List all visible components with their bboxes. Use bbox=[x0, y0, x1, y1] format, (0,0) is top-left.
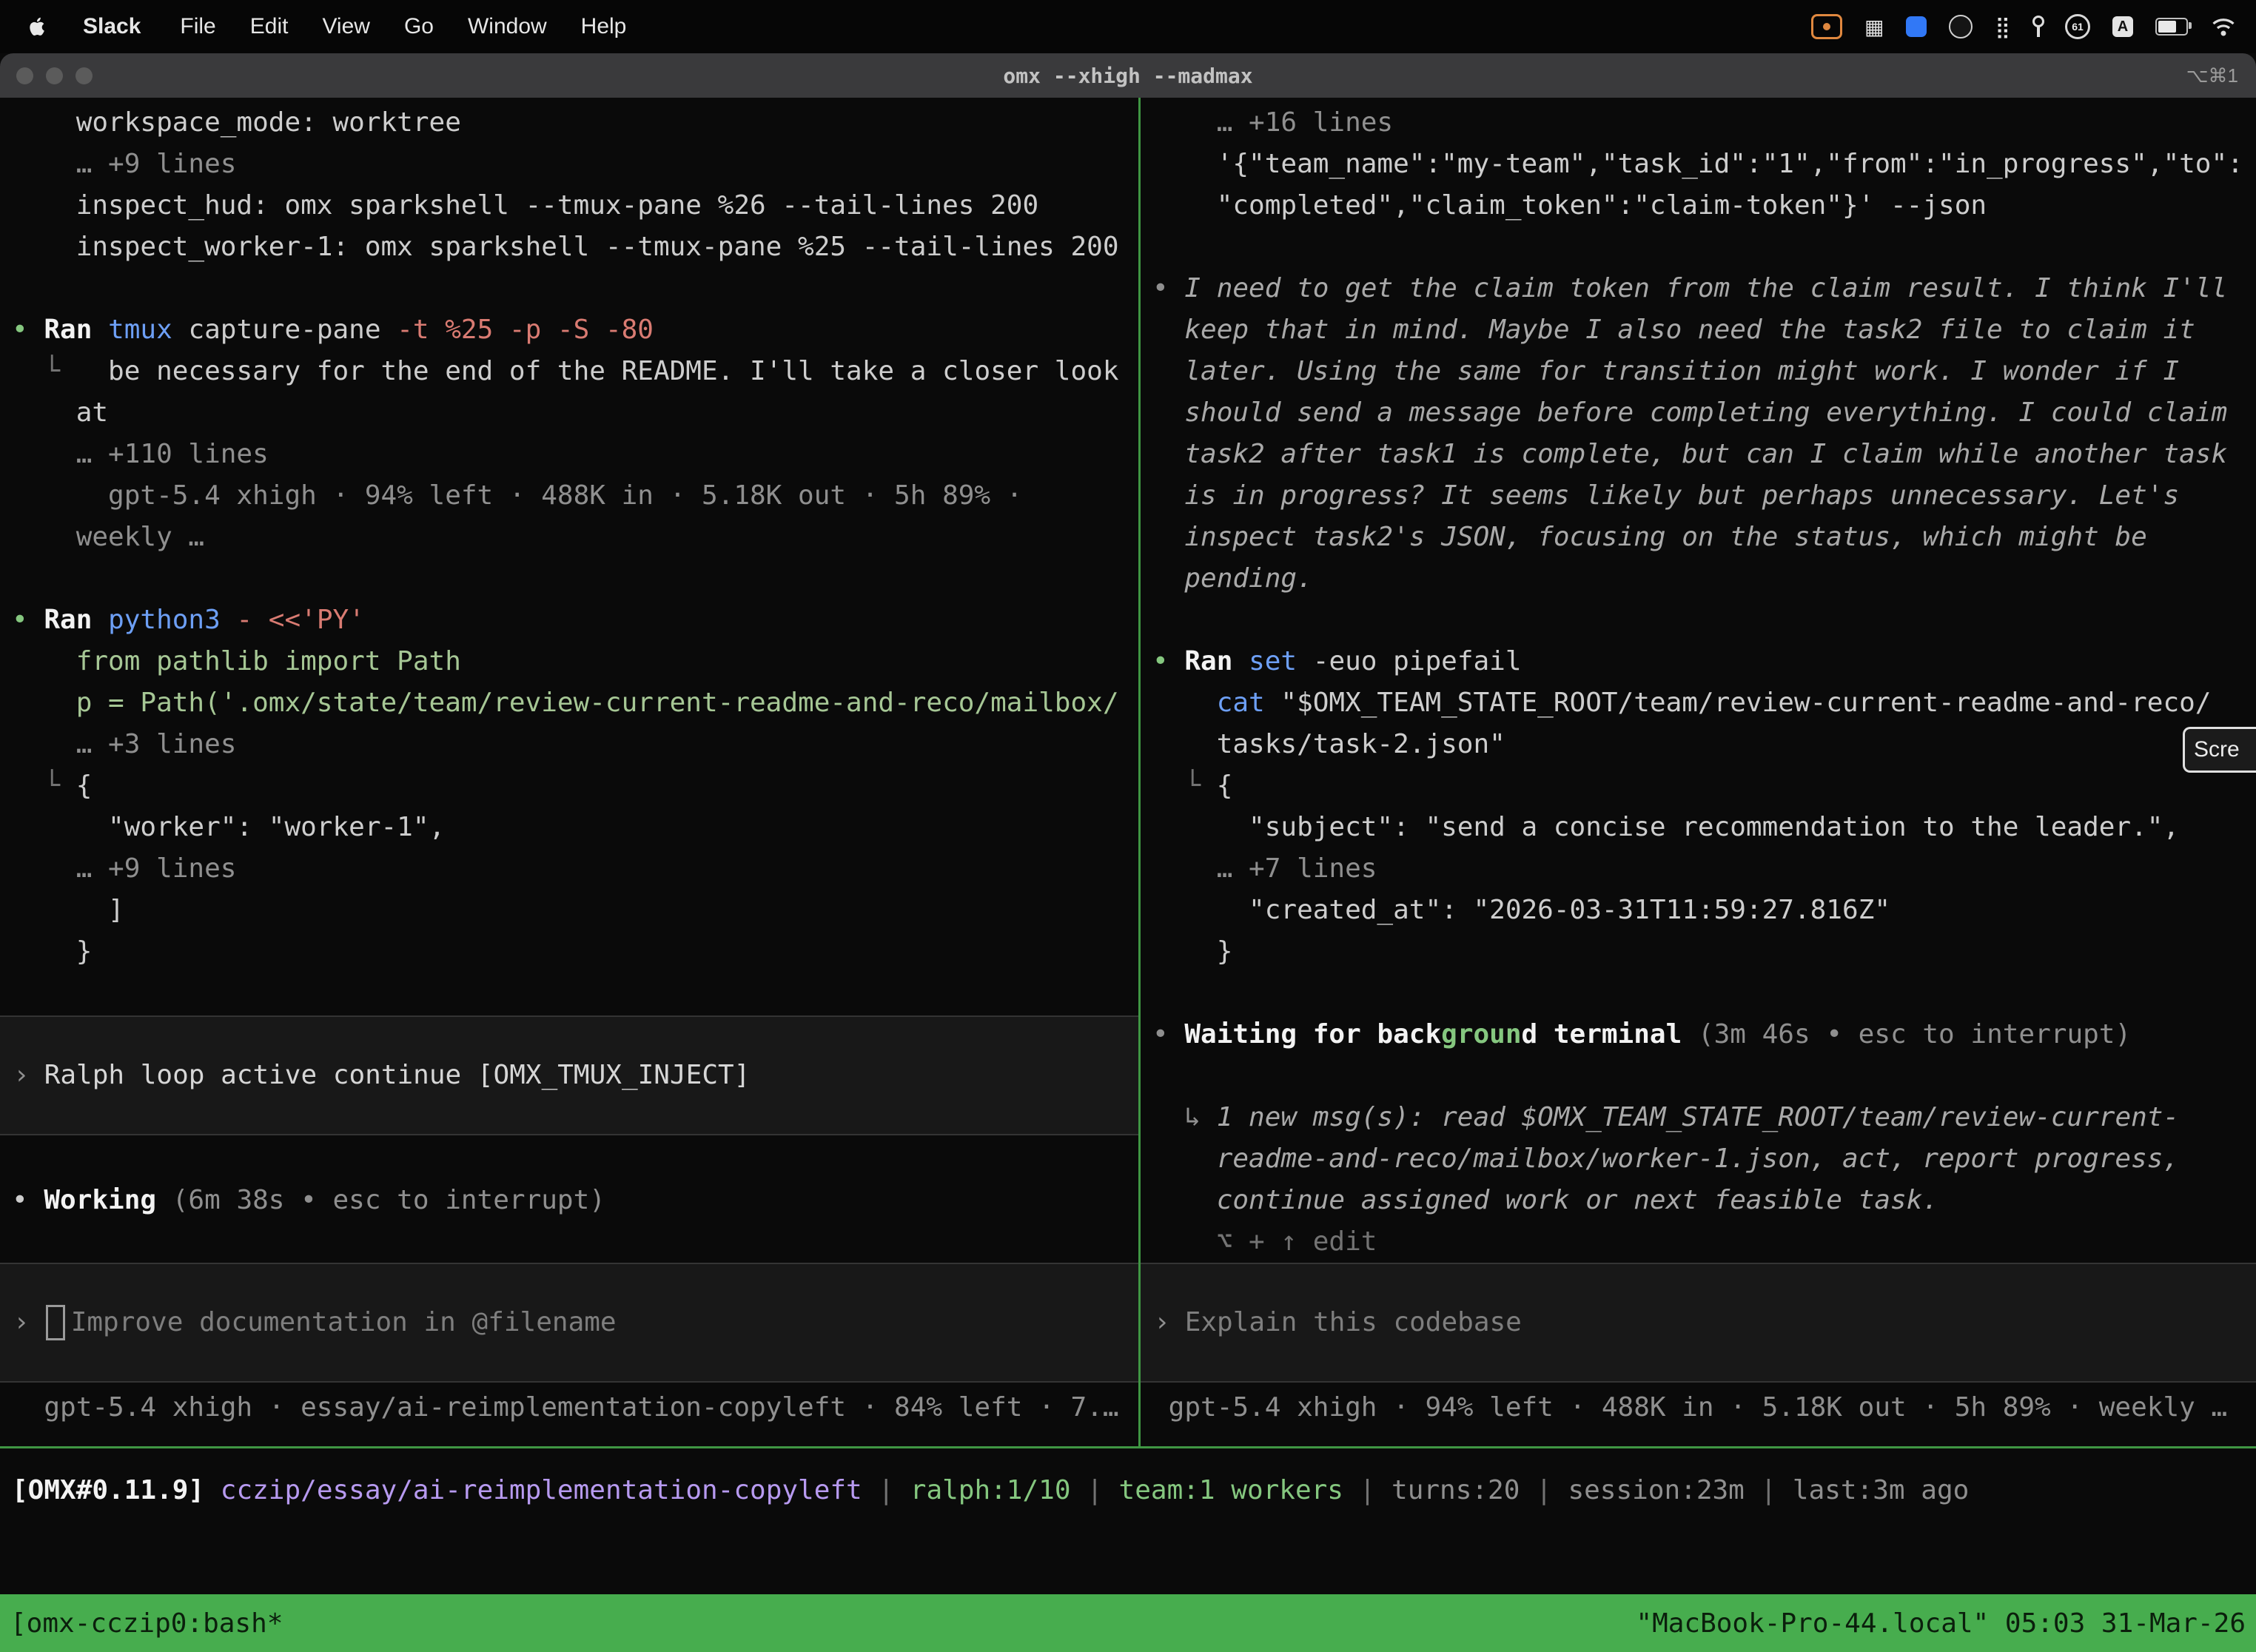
terminal-line: workspace_mode: worktree bbox=[12, 102, 1138, 144]
terminal-line: gpt-5.4 xhigh · 94% left · 488K in · 5.1… bbox=[12, 475, 1138, 517]
terminal-line: readme-and-reco/mailbox/worker-1.json, a… bbox=[1152, 1138, 2256, 1180]
window-title: omx --xhigh --madmax bbox=[0, 64, 2256, 88]
menu-bar-left: Slack File Edit View Go Window Help bbox=[0, 14, 643, 39]
terminal-line: … +7 lines bbox=[1152, 848, 2256, 890]
tmux-session-window-label[interactable]: [omx-cczip0:bash* bbox=[10, 1608, 283, 1639]
terminal-line: inspect_worker-1: omx sparkshell --tmux-… bbox=[12, 226, 1138, 268]
terminal-line: … +110 lines bbox=[12, 434, 1138, 475]
terminal-line bbox=[1152, 1055, 2256, 1097]
terminal-line bbox=[1152, 600, 2256, 641]
terminal-line: } bbox=[12, 931, 1138, 973]
app-circle-icon[interactable] bbox=[1949, 15, 1973, 38]
menu-edit[interactable]: Edit bbox=[233, 14, 306, 39]
terminal-line: └ { bbox=[12, 765, 1138, 807]
terminal-line: from pathlib import Path bbox=[12, 641, 1138, 682]
terminal-line: task2 after task1 is complete, but can I… bbox=[1152, 434, 2256, 475]
terminal-line: └ { bbox=[1152, 765, 2256, 807]
pane-right-output: … +16 lines '{"team_name":"my-team","tas… bbox=[1141, 98, 2256, 1428]
terminal-line: … +16 lines bbox=[1152, 102, 2256, 144]
right-composer-input[interactable]: › Explain this codebase bbox=[1141, 1263, 2256, 1383]
terminal-line: keep that in mind. Maybe I also need the… bbox=[1152, 309, 2256, 351]
apple-menu-icon[interactable] bbox=[28, 16, 46, 37]
terminal-line: ↳ 1 new msg(s): read $OMX_TEAM_STATE_ROO… bbox=[1152, 1097, 2256, 1138]
raycast-icon[interactable] bbox=[1906, 16, 1927, 37]
prompt-chevron-icon: › bbox=[13, 1055, 30, 1096]
terminal-line bbox=[1152, 226, 2256, 268]
terminal-line: └ be necessary for the end of the README… bbox=[12, 351, 1138, 392]
terminal-line: … +9 lines bbox=[12, 848, 1138, 890]
terminal-line bbox=[1152, 973, 2256, 1014]
terminal-line: cat "$OMX_TEAM_STATE_ROOT/team/review-cu… bbox=[1152, 682, 2256, 724]
terminal-line: ] bbox=[12, 890, 1138, 931]
terminal-line: inspect_hud: omx sparkshell --tmux-pane … bbox=[12, 185, 1138, 226]
pane-right[interactable]: … +16 lines '{"team_name":"my-team","tas… bbox=[1141, 98, 2256, 1446]
window-shortcut-hint: ⌥⌘1 bbox=[2186, 64, 2238, 87]
terminal-line: gpt-5.4 xhigh · essay/ai-reimplementatio… bbox=[12, 1387, 1138, 1428]
terminal-line: '{"team_name":"my-team","task_id":"1","f… bbox=[1152, 144, 2256, 185]
tmux-host-clock: "MacBook-Pro-44.local" 05:03 31-Mar-26 bbox=[1636, 1608, 2246, 1639]
terminal-line: • Working (6m 38s • esc to interrupt) bbox=[12, 1180, 1138, 1221]
menu-window[interactable]: Window bbox=[451, 14, 564, 39]
terminal-line: inspect task2's JSON, focusing on the st… bbox=[1152, 517, 2256, 558]
terminal-line: should send a message before completing … bbox=[1152, 392, 2256, 434]
ralph-loop-banner: › Ralph loop active continue [OMX_TMUX_I… bbox=[0, 1015, 1138, 1135]
terminal-line: "worker": "worker-1", bbox=[12, 807, 1138, 848]
gauge-icon[interactable]: 61 bbox=[2065, 14, 2090, 39]
terminal-line: … +3 lines bbox=[12, 724, 1138, 765]
terminal-line bbox=[12, 268, 1138, 309]
terminal-line: pending. bbox=[1152, 558, 2256, 600]
screen-recording-indicator-icon[interactable] bbox=[1811, 14, 1842, 39]
pane-left[interactable]: workspace_mode: worktree … +9 lines insp… bbox=[0, 98, 1138, 1446]
terminal-line: later. Using the same for transition mig… bbox=[1152, 351, 2256, 392]
terminal-line: • Ran tmux capture-pane -t %25 -p -S -80 bbox=[12, 309, 1138, 351]
terminal-line: • Waiting for background terminal (3m 46… bbox=[1152, 1014, 2256, 1055]
terminal-line: continue assigned work or next feasible … bbox=[1152, 1180, 2256, 1221]
grid-icon[interactable]: ▦ bbox=[1864, 15, 1884, 39]
battery-icon[interactable] bbox=[2155, 18, 2188, 36]
menu-bar: Slack File Edit View Go Window Help ▦ ⣿ … bbox=[0, 0, 2256, 53]
desktop: Slack File Edit View Go Window Help ▦ ⣿ … bbox=[0, 0, 2256, 1652]
terminal-line: gpt-5.4 xhigh · 94% left · 488K in · 5.1… bbox=[1152, 1387, 2256, 1428]
terminal-line: • I need to get the claim token from the… bbox=[1152, 268, 2256, 309]
terminal-line: at bbox=[12, 392, 1138, 434]
terminal-line: } bbox=[1152, 931, 2256, 973]
terminal-line: • Ran set -euo pipefail bbox=[1152, 641, 2256, 682]
left-composer-input[interactable]: › Improve documentation in @filename bbox=[0, 1263, 1138, 1383]
ralph-loop-text: Ralph loop active continue [OMX_TMUX_INJ… bbox=[44, 1055, 751, 1096]
terminal-line: "created_at": "2026-03-31T11:59:27.816Z" bbox=[1152, 890, 2256, 931]
tmux-status-bar: [omx-cczip0:bash* "MacBook-Pro-44.local"… bbox=[0, 1594, 2256, 1652]
terminal-line: is in progress? It seems likely but perh… bbox=[1152, 475, 2256, 517]
terminal-line: "completed","claim_token":"claim-token"}… bbox=[1152, 185, 2256, 226]
terminal-line bbox=[12, 1138, 1138, 1180]
composer-placeholder: Explain this codebase bbox=[1185, 1302, 1522, 1343]
wifi-icon[interactable] bbox=[2210, 16, 2237, 37]
menu-file[interactable]: File bbox=[163, 14, 232, 39]
menu-help[interactable]: Help bbox=[564, 14, 644, 39]
window-title-bar: omx --xhigh --madmax ⌥⌘1 bbox=[0, 53, 2256, 98]
menu-status-icons: ▦ ⣿ 61 A bbox=[1811, 14, 2256, 39]
composer-placeholder: Improve documentation in @filename bbox=[71, 1302, 617, 1343]
password-key-icon[interactable] bbox=[2032, 16, 2043, 38]
terminal-line: • Ran python3 - <<'PY' bbox=[12, 600, 1138, 641]
terminal-line: … +9 lines bbox=[12, 144, 1138, 185]
input-source-icon[interactable]: A bbox=[2112, 16, 2133, 37]
app-menu-slack[interactable]: Slack bbox=[71, 14, 152, 39]
prompt-chevron-icon: › bbox=[13, 1302, 30, 1343]
omx-status-line: [OMX#0.11.9] cczip/essay/ai-reimplementa… bbox=[0, 1448, 2256, 1594]
terminal-line: "subject": "send a concise recommendatio… bbox=[1152, 807, 2256, 848]
terminal-line: p = Path('.omx/state/team/review-current… bbox=[12, 682, 1138, 724]
menu-view[interactable]: View bbox=[305, 14, 386, 39]
terminal-line: tasks/task-2.json" bbox=[1152, 724, 2256, 765]
pane-left-output: workspace_mode: worktree … +9 lines insp… bbox=[0, 98, 1138, 1428]
terminal-line: ⌥ + ↑ edit bbox=[1152, 1221, 2256, 1263]
terminal-line bbox=[12, 973, 1138, 1014]
app-grid-icon[interactable]: ⣿ bbox=[1995, 15, 2010, 39]
terminal-line bbox=[12, 558, 1138, 600]
text-cursor bbox=[46, 1305, 65, 1340]
menu-go[interactable]: Go bbox=[387, 14, 451, 39]
prompt-chevron-icon: › bbox=[1154, 1302, 1170, 1343]
terminal-line bbox=[12, 1221, 1138, 1263]
terminal-line: weekly … bbox=[12, 517, 1138, 558]
screen-share-overlay[interactable]: Scre bbox=[2183, 727, 2256, 773]
